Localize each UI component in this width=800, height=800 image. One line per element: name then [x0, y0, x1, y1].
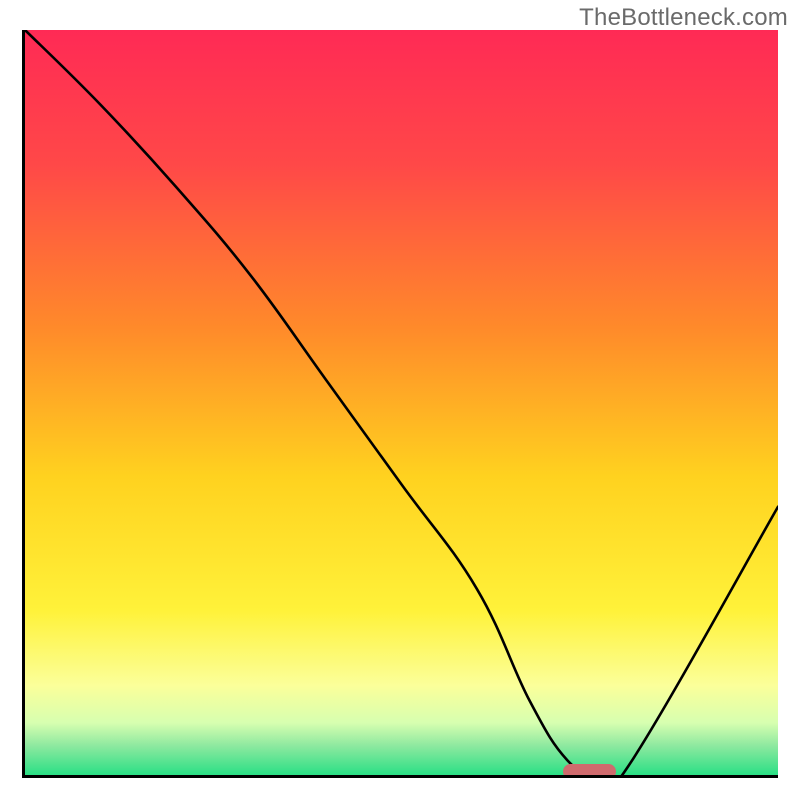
optimal-marker [563, 764, 616, 778]
curve-path [25, 30, 778, 778]
plot-area [22, 30, 778, 778]
watermark-text: TheBottleneck.com [579, 4, 788, 32]
bottleneck-curve [25, 30, 778, 775]
chart-container: TheBottleneck.com [0, 0, 800, 800]
